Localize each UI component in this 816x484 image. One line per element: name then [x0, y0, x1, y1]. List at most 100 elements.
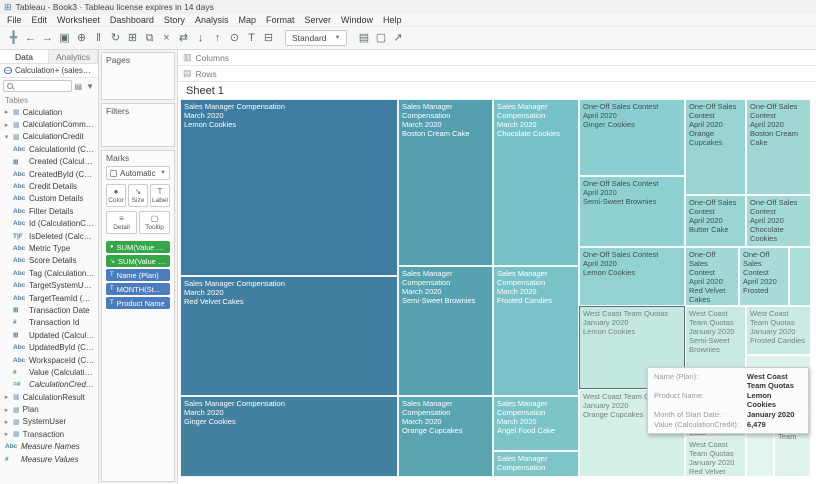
field-filter-details[interactable]: AbcFilter Details: [0, 205, 98, 217]
tableau-logo-icon[interactable]: ╋: [5, 28, 22, 48]
field-id-calculationcredit[interactable]: AbcId (CalculationCredit): [0, 218, 98, 230]
label-button[interactable]: TLabel: [150, 184, 170, 207]
chevron-down-icon[interactable]: ▼: [85, 82, 95, 91]
new-worksheet-icon[interactable]: ⊞: [124, 28, 141, 48]
table-calculation[interactable]: ▸▦Calculation: [0, 106, 98, 118]
treemap-tile[interactable]: Sales Manager CompensationMarch 2020Fros…: [493, 266, 579, 396]
field-measure-values[interactable]: #Measure Values: [0, 453, 98, 465]
menu-map[interactable]: Map: [233, 15, 261, 25]
collapse-arrow-icon[interactable]: ▾: [3, 133, 10, 141]
color-button[interactable]: ●Color: [106, 184, 126, 207]
treemap-tile[interactable]: One-Off Sales ContestApril 2020Butter Ca…: [685, 195, 746, 247]
filters-shelf[interactable]: Filters: [101, 103, 175, 147]
rows-shelf[interactable]: ▤ Rows: [178, 66, 816, 82]
share-icon[interactable]: ↗: [389, 28, 406, 48]
treemap-tile[interactable]: One-Off Sales ContestApril 2020Chocolate…: [746, 195, 811, 247]
menu-help[interactable]: Help: [378, 15, 407, 25]
redo-icon[interactable]: →: [39, 28, 56, 48]
field-value-calculationcredit[interactable]: #Value (CalculationCredit): [0, 366, 98, 378]
expand-arrow-icon[interactable]: ▸: [3, 121, 10, 129]
menu-dashboard[interactable]: Dashboard: [105, 15, 159, 25]
tab-data[interactable]: Data: [0, 50, 49, 63]
detail-button[interactable]: ≡Detail: [106, 211, 137, 234]
pill-product-name[interactable]: TProduct Name: [106, 297, 170, 309]
expand-arrow-icon[interactable]: ▸: [3, 430, 10, 438]
field-workspaceid-calculati[interactable]: AbcWorkspaceId (Calculati...: [0, 354, 98, 366]
treemap-tile[interactable]: One-Off Sales ContestApril 2020Lemon Coo…: [579, 247, 685, 306]
pill-sum-value-c[interactable]: ●SUM(Value (C...: [106, 241, 170, 253]
menu-server[interactable]: Server: [299, 15, 336, 25]
treemap-tile[interactable]: Sales Manager CompensationMarch 2020Choc…: [493, 99, 579, 266]
menu-analysis[interactable]: Analysis: [190, 15, 234, 25]
expand-arrow-icon[interactable]: ▸: [3, 418, 10, 426]
tooltip-button[interactable]: ▢Tooltip: [139, 211, 170, 234]
fix-axes-icon[interactable]: ⊟: [260, 28, 277, 48]
treemap-tile[interactable]: Sales Manager CompensationMarch 2020Lemo…: [180, 99, 398, 276]
pill-name-plan[interactable]: TName (Plan): [106, 269, 170, 281]
treemap-tile[interactable]: One-Off Sales ContestApril 2020Frosted: [739, 247, 789, 306]
pause-updates-icon[interactable]: ‖: [90, 28, 107, 48]
table-systemuser[interactable]: ▸▦SystemUser: [0, 416, 98, 428]
treemap-tile[interactable]: Sales Manager CompensationMarch 2020Ging…: [180, 396, 398, 477]
swap-axes-icon[interactable]: ⇄: [175, 28, 192, 48]
show-hide-cards-icon[interactable]: ▤: [355, 28, 372, 48]
field-custom-details[interactable]: AbcCustom Details: [0, 193, 98, 205]
run-updates-icon[interactable]: ↻: [107, 28, 124, 48]
view-options-icon[interactable]: ▤: [74, 82, 84, 91]
menu-story[interactable]: Story: [159, 15, 190, 25]
menu-window[interactable]: Window: [336, 15, 378, 25]
size-button[interactable]: ↘Size: [128, 184, 148, 207]
field-targetteamid-calcula[interactable]: AbcTargetTeamId (Calcula...: [0, 292, 98, 304]
save-icon[interactable]: ▣: [56, 28, 73, 48]
table-calculationcommission[interactable]: ▸▦CalculationCommission: [0, 118, 98, 130]
treemap-tile[interactable]: One-Off Sales ContestApril 2020Red Velve…: [685, 247, 739, 306]
sort-descending-icon[interactable]: ↑: [209, 28, 226, 48]
highlight-icon[interactable]: ⊙: [226, 28, 243, 48]
menu-format[interactable]: Format: [261, 15, 300, 25]
menu-worksheet[interactable]: Worksheet: [52, 15, 105, 25]
field-updatedbyid-calculati[interactable]: AbcUpdatedById (Calculati...: [0, 341, 98, 353]
table-calculationcredit[interactable]: ▾▦CalculationCredit: [0, 131, 98, 143]
field-measure-names[interactable]: AbcMeasure Names: [0, 441, 98, 453]
treemap-tile[interactable]: One-Off Sales ContestApril 2020Boston Cr…: [746, 99, 811, 195]
tab-analytics[interactable]: Analytics: [49, 50, 98, 63]
field-transaction-date[interactable]: ⊞Transaction Date: [0, 304, 98, 316]
expand-arrow-icon[interactable]: ▸: [3, 108, 10, 116]
pill-month-st[interactable]: TMONTH(St...: [106, 283, 170, 295]
field-transaction-id[interactable]: #Transaction Id: [0, 317, 98, 329]
field-created-calculationcr[interactable]: ⊞Created (CalculationCr...: [0, 156, 98, 168]
show-mark-labels-icon[interactable]: T: [243, 28, 260, 48]
field-isdeleted-calculation[interactable]: T|FIsDeleted (Calculation...: [0, 230, 98, 242]
table-calculationresult[interactable]: ▸▦CalculationResult: [0, 391, 98, 403]
sort-ascending-icon[interactable]: ↓: [192, 28, 209, 48]
treemap-tile[interactable]: Sales Manager CompensationMarch 2020Red …: [180, 276, 398, 396]
treemap-tile[interactable]: [789, 247, 811, 306]
field-updated-calculationc[interactable]: ⊞Updated (CalculationC...: [0, 329, 98, 341]
presentation-mode-icon[interactable]: ▢: [372, 28, 389, 48]
field-score-details[interactable]: AbcScore Details: [0, 255, 98, 267]
pages-shelf[interactable]: Pages: [101, 52, 175, 100]
treemap-tile[interactable]: Sales Manager Compensation: [493, 451, 579, 477]
undo-icon[interactable]: ←: [22, 28, 39, 48]
treemap-tile[interactable]: One-Off Sales ContestApril 2020Ginger Co…: [579, 99, 685, 176]
treemap-tile[interactable]: One-Off Sales ContestApril 2020Semi-Swee…: [579, 176, 685, 247]
clear-sheet-icon[interactable]: ×: [158, 28, 175, 48]
search-input[interactable]: [3, 80, 72, 92]
field-metric-type[interactable]: AbcMetric Type: [0, 242, 98, 254]
duplicate-icon[interactable]: ⧉: [141, 28, 158, 48]
treemap-tile[interactable]: Sales Manager CompensationMarch 2020Bost…: [398, 99, 493, 266]
menu-file[interactable]: File: [2, 15, 27, 25]
field-tag-calculationcredit[interactable]: AbcTag (CalculationCredit): [0, 267, 98, 279]
field-calculationid-calculati[interactable]: AbcCalculationId (Calculati...: [0, 143, 98, 155]
columns-shelf[interactable]: ▥ Columns: [178, 50, 816, 66]
treemap-tile[interactable]: Sales Manager CompensationMarch 2020Ange…: [493, 396, 579, 451]
mark-type-dropdown[interactable]: Automatic ▼: [106, 166, 170, 180]
table-plan[interactable]: ▸▦Plan: [0, 403, 98, 415]
expand-arrow-icon[interactable]: ▸: [3, 393, 10, 401]
add-data-icon[interactable]: ⊕: [73, 28, 90, 48]
field-credit-details[interactable]: AbcCredit Details: [0, 180, 98, 192]
field-calculationcredit-cou[interactable]: =#CalculationCredit (Cou...: [0, 379, 98, 391]
fit-selector[interactable]: Standard ▼: [285, 30, 347, 46]
field-targetsystemuserid[interactable]: AbcTargetSystemUserId (...: [0, 279, 98, 291]
expand-arrow-icon[interactable]: ▸: [3, 406, 10, 414]
